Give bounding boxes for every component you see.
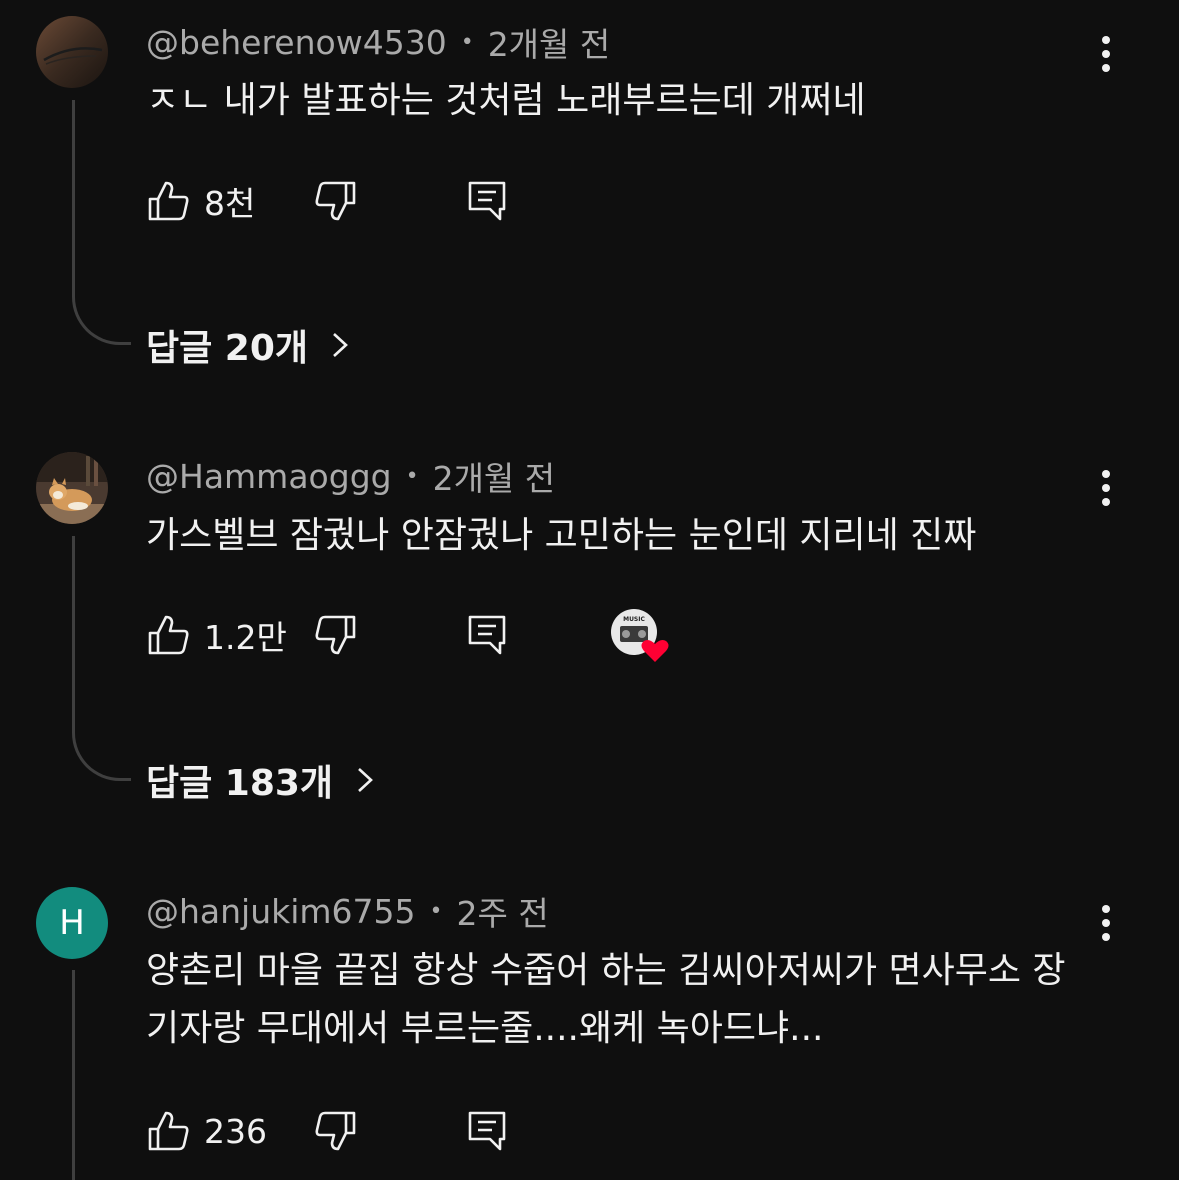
like-button[interactable]: 1.2만 [146, 610, 287, 660]
comment-text: ㅈㄴ 내가 발표하는 것처럼 노래부르는데 개쩌네 [146, 80, 866, 121]
reply-thread-line [72, 536, 131, 781]
tattoo-photo-avatar-icon [36, 16, 108, 88]
chevron-right-icon [358, 768, 373, 792]
like-count: 1.2만 [204, 618, 287, 657]
user-avatar[interactable] [36, 16, 108, 88]
reply-thread-line [72, 100, 131, 345]
comment-text: 양촌리 마을 끝집 항상 수줍어 하는 김씨아저씨가 면사무소 장기자랑 무대에… [146, 950, 1066, 1049]
dislike-button[interactable] [314, 179, 358, 223]
comment-reply-icon [468, 1111, 506, 1151]
avatar-letter: H [59, 903, 85, 943]
comment-author[interactable]: @beherenow4530 [146, 23, 447, 62]
view-replies-button[interactable]: 답글 20개 [146, 320, 354, 370]
thumbs-up-icon [148, 181, 189, 221]
comment-meta: @hanjukim6755 • 2주 전 [146, 887, 549, 935]
thumbs-up-icon [148, 1111, 189, 1151]
meta-separator: • [460, 29, 474, 55]
more-options-button[interactable] [1088, 30, 1124, 78]
view-replies-button[interactable]: 답글 183개 [146, 755, 379, 805]
comment-author[interactable]: @Hammaoggg [146, 457, 392, 496]
chevron-right-icon [333, 333, 348, 357]
comment-actions: 1.2만 MUSIC [146, 609, 706, 662]
reply-button[interactable] [466, 179, 510, 223]
reply-button[interactable] [466, 613, 510, 657]
like-count: 236 [204, 1111, 267, 1151]
replies-count-label: 답글 20개 [146, 328, 308, 369]
corgi-photo-avatar-icon [36, 452, 108, 524]
comment-reply-icon [468, 181, 506, 221]
thumbs-down-icon [315, 181, 356, 221]
replies-count-label: 답글 183개 [146, 763, 334, 804]
creator-heart-badge: MUSIC [608, 608, 672, 664]
like-button[interactable]: 8천 [146, 176, 255, 226]
comment-meta: @Hammaoggg • 2개월 전 [146, 452, 556, 500]
meta-separator: • [429, 898, 443, 924]
reply-button[interactable] [466, 1109, 510, 1153]
comment-actions: 8천 [146, 176, 706, 226]
comment-time[interactable]: 2주 전 [457, 887, 549, 935]
user-avatar[interactable] [36, 452, 108, 524]
dislike-button[interactable] [314, 1109, 358, 1153]
creator-heart-icon: MUSIC [611, 609, 669, 662]
more-options-button[interactable] [1088, 899, 1124, 947]
comments-page: @beherenow4530 • 2개월 전 ㅈㄴ 내가 발표하는 것처럼 노래… [0, 0, 1179, 1180]
heart-badge-label: MUSIC [623, 616, 645, 623]
comment-text: 가스벨브 잠궜나 안잠궜나 고민하는 눈인데 지리네 진짜 [146, 515, 977, 556]
comment-actions: 236 [146, 1106, 706, 1156]
like-count: 8천 [204, 184, 256, 223]
comment-time[interactable]: 2개월 전 [433, 452, 556, 500]
kebab-icon [1102, 905, 1110, 913]
kebab-icon [1102, 470, 1110, 478]
thumbs-down-icon [315, 615, 356, 655]
comment-author[interactable]: @hanjukim6755 [146, 892, 416, 931]
thumbs-down-icon [315, 1111, 356, 1151]
comment-reply-icon [468, 615, 506, 655]
dislike-button[interactable] [314, 613, 358, 657]
reply-thread-line [72, 970, 131, 1180]
comment-time[interactable]: 2개월 전 [488, 18, 611, 66]
comment-meta: @beherenow4530 • 2개월 전 [146, 18, 611, 66]
thumbs-up-icon [148, 615, 189, 655]
meta-separator: • [405, 463, 419, 489]
like-button[interactable]: 236 [146, 1106, 267, 1156]
kebab-icon [1102, 36, 1110, 44]
user-avatar[interactable]: H [36, 887, 108, 959]
more-options-button[interactable] [1088, 464, 1124, 512]
